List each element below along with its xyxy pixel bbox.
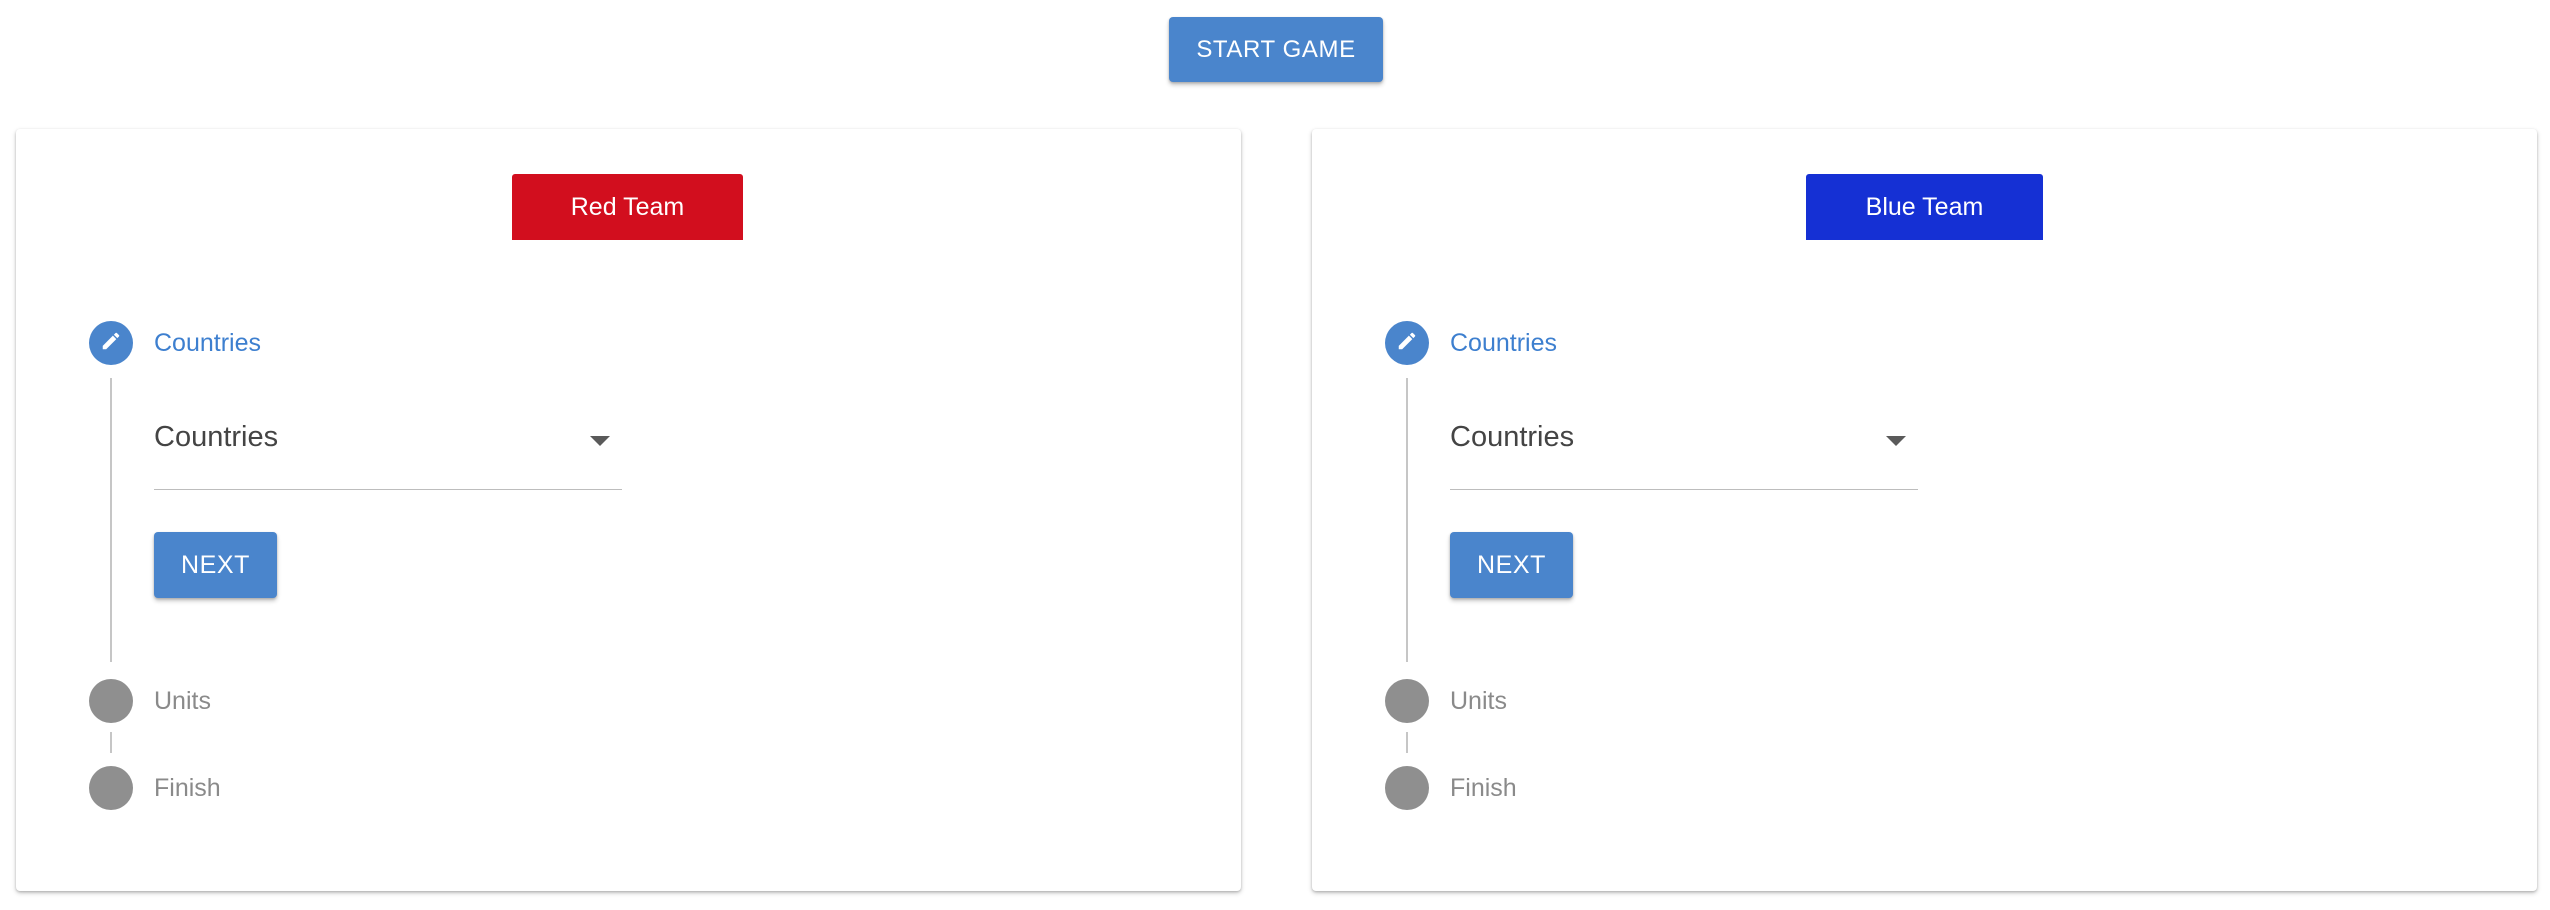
countries-select[interactable]: Countries [1450,393,1918,490]
stepper-connector [110,732,112,753]
red-team-card: Red Team Countries Countries NEXT Units … [16,129,1241,891]
step-units-label[interactable]: Units [154,686,211,716]
pencil-icon [100,330,122,357]
step-countries-label[interactable]: Countries [154,328,261,358]
step-units-label[interactable]: Units [1450,686,1507,716]
step-countries-label[interactable]: Countries [1450,328,1557,358]
pencil-icon [1396,330,1418,357]
next-button[interactable]: NEXT [154,532,277,598]
step-finish-label[interactable]: Finish [154,773,221,803]
dropdown-arrow-icon [1886,436,1906,446]
step-countries-circle[interactable] [89,321,133,365]
game-setup-page: START GAME Red Team Countries Countries … [0,0,2550,910]
stepper-connector [110,378,112,662]
next-button[interactable]: NEXT [1450,532,1573,598]
team-name-badge: Blue Team [1806,174,2043,240]
team-name-badge: Red Team [512,174,743,240]
start-game-button[interactable]: START GAME [1169,17,1383,82]
step-finish-circle[interactable] [1385,766,1429,810]
dropdown-arrow-icon [590,436,610,446]
countries-select[interactable]: Countries [154,393,622,490]
step-units-circle[interactable] [1385,679,1429,723]
stepper-connector [1406,732,1408,753]
step-finish-circle[interactable] [89,766,133,810]
countries-select-value: Countries [1450,421,1575,453]
step-units-circle[interactable] [89,679,133,723]
countries-select-value: Countries [154,421,279,453]
blue-team-card: Blue Team Countries Countries NEXT Units… [1312,129,2537,891]
step-countries-circle[interactable] [1385,321,1429,365]
stepper-connector [1406,378,1408,662]
step-finish-label[interactable]: Finish [1450,773,1517,803]
